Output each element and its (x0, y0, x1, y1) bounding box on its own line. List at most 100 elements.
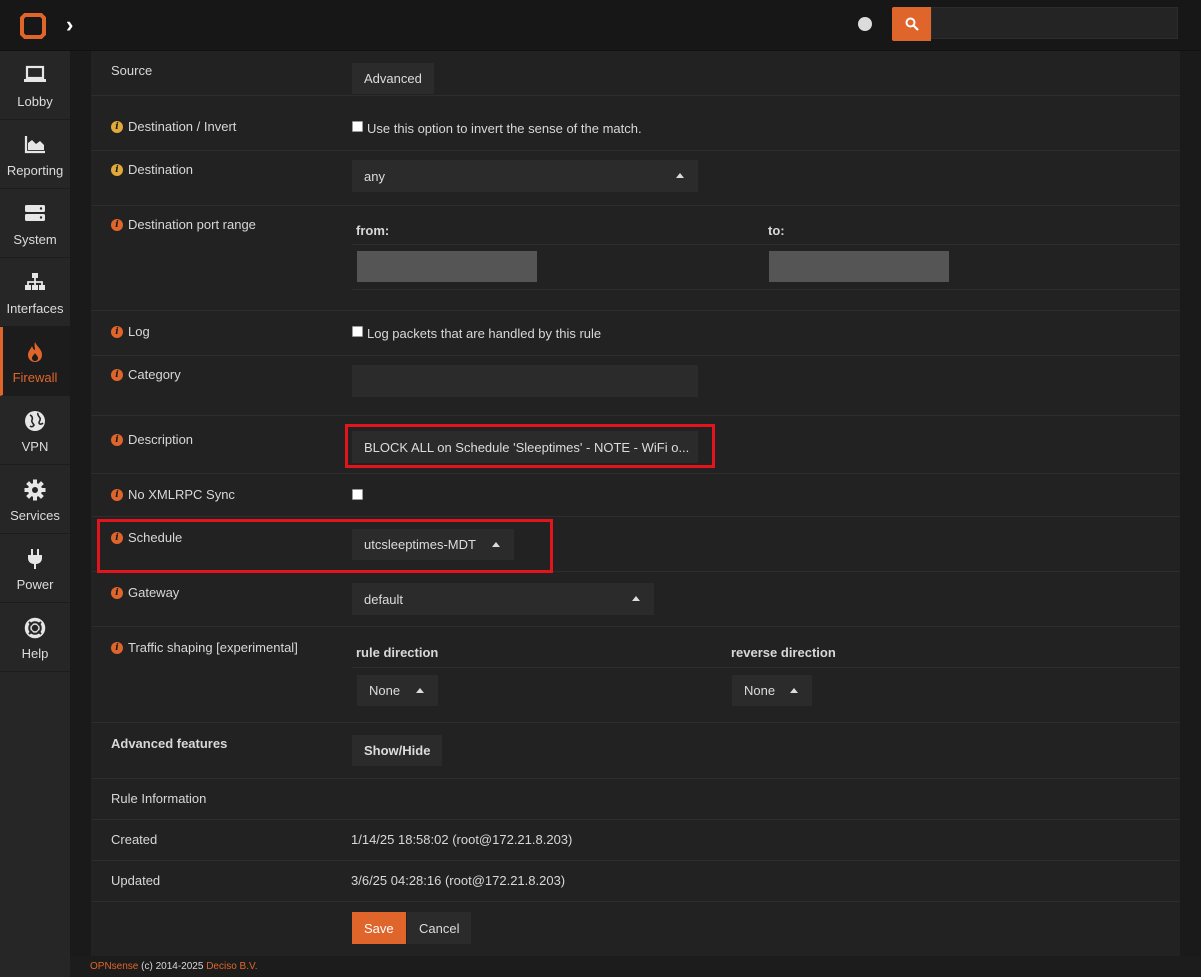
caret-up-icon (632, 596, 640, 601)
rule-edit-form: Source Advanced i Destination / Invert Us… (91, 51, 1180, 956)
search-input[interactable] (931, 7, 1178, 39)
sidebar-item-firewall[interactable]: Firewall (0, 327, 70, 396)
laptop-icon (24, 65, 46, 82)
reverse-direction-label: reverse direction (731, 645, 836, 660)
port-from-select[interactable] (357, 251, 537, 282)
schedule-select[interactable]: utcsleeptimes-MDT (352, 529, 514, 560)
info-icon[interactable]: i (111, 488, 123, 501)
footer-copyright: (c) 2014-2025 (141, 961, 204, 972)
field-label-text: Destination (128, 162, 194, 177)
globe-icon (25, 411, 45, 431)
sidebar-item-label: System (13, 232, 57, 247)
sidebar-item-label: Help (21, 646, 49, 661)
sidebar-item-power[interactable]: Power (0, 534, 70, 603)
row-description: i Description BLOCK ALL on Schedule 'Slee… (91, 416, 1180, 474)
field-label: i Traffic shaping [experimental] (111, 640, 298, 655)
row-rule-information: Rule Information (91, 779, 1180, 820)
sidebar-item-label: VPN (21, 439, 49, 454)
field-label-text: Destination / Invert (128, 119, 237, 134)
sidebar-item-vpn[interactable]: VPN (0, 396, 70, 465)
field-label: i Destination / Invert (111, 119, 236, 134)
field-label: i Destination (111, 162, 193, 177)
checkbox-text: Use this option to invert the sense of t… (367, 121, 642, 136)
row-traffic-shaping: i Traffic shaping [experimental] rule dir… (91, 627, 1180, 723)
source-advanced-button[interactable]: Advanced (352, 63, 434, 94)
category-input[interactable] (352, 365, 698, 397)
info-icon[interactable]: i (111, 641, 123, 654)
sidebar-item-label: Interfaces (6, 301, 64, 316)
sidebar-item-reporting[interactable]: Reporting (0, 120, 70, 189)
chevron-right-icon[interactable]: › (66, 14, 84, 36)
search-button[interactable] (892, 7, 931, 41)
opnsense-logo[interactable] (18, 11, 48, 41)
to-label: to: (768, 223, 785, 238)
row-gateway: i Gateway default (91, 572, 1180, 627)
select-value: None (744, 683, 776, 698)
gateway-select[interactable]: default (352, 583, 654, 615)
field-label: i Gateway (111, 585, 179, 600)
port-to-select[interactable] (769, 251, 949, 282)
rule-direction-select[interactable]: None (357, 675, 438, 706)
no-xmlrpc-sync-checkbox[interactable] (352, 489, 363, 500)
reverse-direction-select[interactable]: None (732, 675, 812, 706)
select-value: default (364, 591, 404, 607)
sidebar-item-label: Power (16, 577, 54, 592)
show-hide-button[interactable]: Show/Hide (352, 735, 443, 766)
row-source: Source Advanced (91, 51, 1180, 96)
sidebar-item-help[interactable]: Help (0, 603, 70, 672)
field-label-text: Destination port range (128, 217, 256, 232)
status-indicator[interactable] (858, 17, 872, 31)
checkbox-text: Log packets that are handled by this rul… (367, 326, 602, 341)
field-label-text: Gateway (128, 585, 180, 600)
sidebar-item-services[interactable]: Services (0, 465, 70, 534)
info-icon[interactable]: i (111, 586, 123, 599)
area-chart-icon (24, 136, 45, 154)
field-label: i Destination port range (111, 217, 256, 232)
divider (352, 667, 1180, 668)
sitemap-icon (25, 273, 45, 290)
caret-up-icon (416, 687, 424, 693)
created-value: 1/14/25 18:58:02 (root@172.21.8.203) (351, 832, 573, 847)
field-label-text: Description (128, 432, 194, 447)
info-icon[interactable]: i (111, 163, 123, 176)
info-icon[interactable]: i (111, 325, 123, 338)
save-button[interactable]: Save (352, 912, 406, 944)
field-label-text: No XMLRPC Sync (128, 487, 235, 502)
top-bar: › (0, 0, 1201, 51)
plug-icon (28, 549, 42, 569)
destination-invert-checkbox[interactable] (352, 121, 363, 132)
footer-company-link[interactable]: Deciso B.V. (206, 961, 257, 972)
lifebuoy-icon (24, 617, 46, 639)
field-label: Source (111, 63, 153, 78)
description-input[interactable]: BLOCK ALL on Schedule 'Sleeptimes' - NOT… (352, 431, 698, 463)
row-updated: Updated 3/6/25 04:28:16 (root@172.21.8.2… (91, 861, 1180, 902)
info-icon[interactable]: i (111, 368, 123, 381)
divider (352, 289, 1180, 290)
sidebar-item-label: Reporting (6, 163, 64, 178)
field-label: Created (111, 832, 158, 847)
sidebar-item-interfaces[interactable]: Interfaces (0, 258, 70, 327)
row-no-xmlrpc-sync: i No XMLRPC Sync (91, 474, 1180, 517)
select-value: None (369, 683, 401, 698)
sidebar-item-system[interactable]: System (0, 189, 70, 258)
select-value: any (364, 168, 385, 184)
info-icon[interactable]: i (111, 218, 123, 231)
info-icon[interactable]: i (111, 120, 123, 133)
field-label: i Description (111, 432, 193, 447)
field-label-text: Traffic shaping [experimental] (128, 640, 298, 655)
info-icon[interactable]: i (111, 531, 123, 544)
cancel-button[interactable]: Cancel (407, 912, 472, 944)
log-checkbox[interactable] (352, 326, 363, 337)
caret-up-icon (676, 173, 684, 178)
footer-brand-link[interactable]: OPNsense (90, 961, 138, 972)
info-icon[interactable]: i (111, 433, 123, 446)
caret-up-icon (790, 687, 798, 693)
divider (352, 244, 1180, 245)
destination-select[interactable]: any (352, 160, 698, 192)
select-value: utcsleeptimes-MDT (364, 537, 476, 552)
footer: OPNsense (c) 2014-2025 Deciso B.V. (70, 956, 1201, 977)
row-destination-port-range: i Destination port range from: to: (91, 206, 1180, 311)
field-label-text: Schedule (128, 530, 183, 545)
sidebar-item-lobby[interactable]: Lobby (0, 51, 70, 120)
rule-direction-label: rule direction (356, 645, 439, 660)
